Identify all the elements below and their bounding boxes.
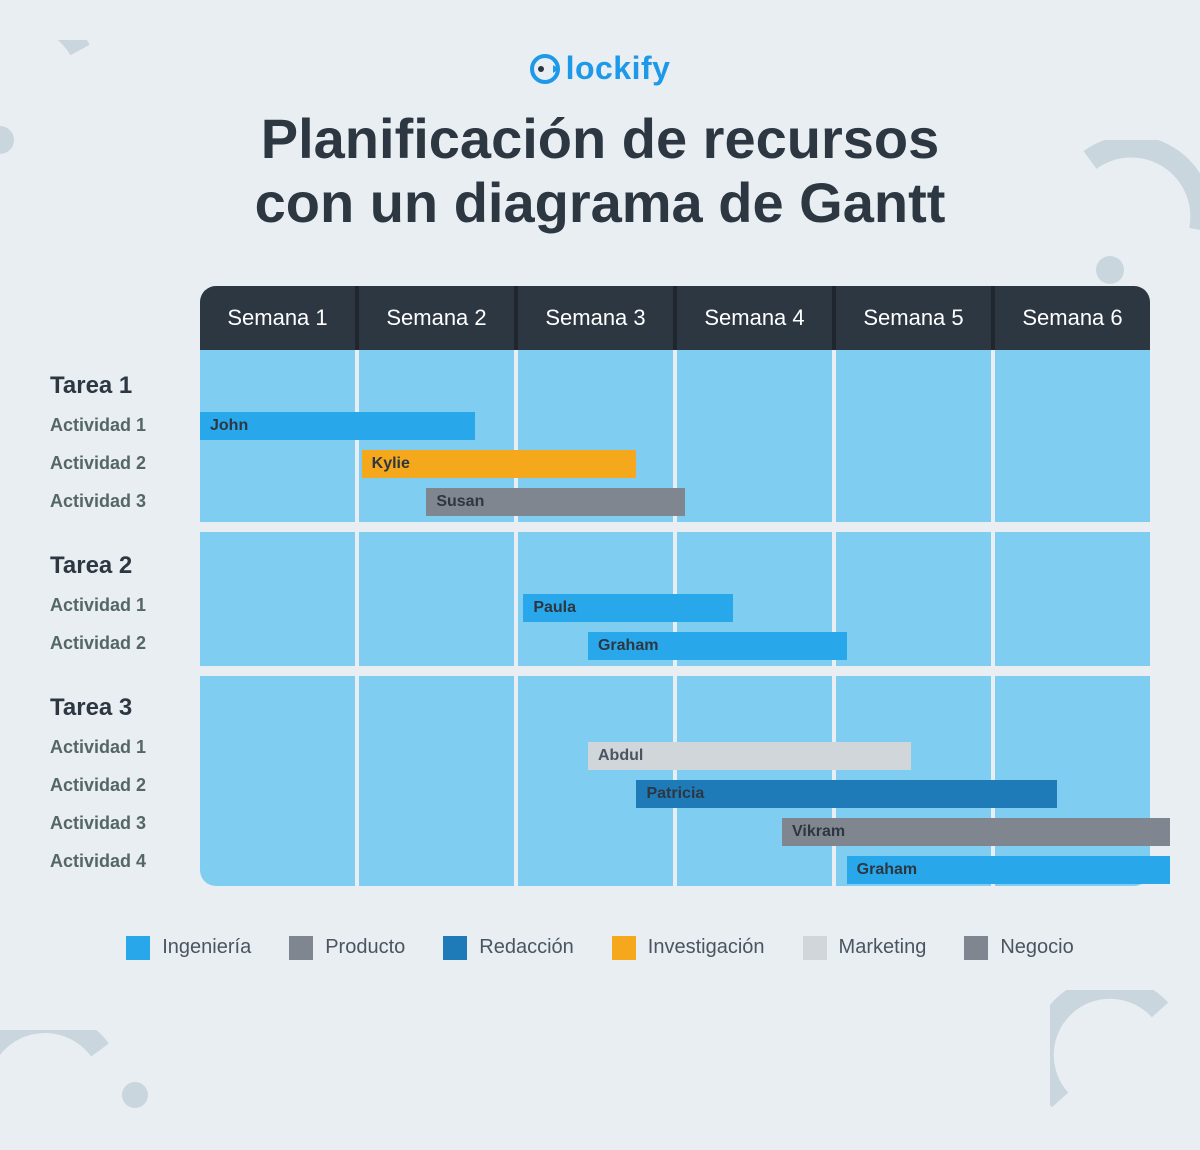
legend-swatch-icon [803, 936, 827, 960]
legend-item: Ingeniería [126, 936, 251, 960]
activity-label: Actividad 2 [50, 624, 200, 662]
activity-label: Actividad 2 [50, 766, 200, 804]
activity-label: Actividad 3 [50, 482, 200, 520]
gantt-diagram: Tarea 1Actividad 1Actividad 2Actividad 3… [50, 286, 1150, 886]
legend: Ingeniería Producto Redacción Investigación… [50, 936, 1150, 960]
page-title: Planificación de recursos con un diagram… [50, 107, 1150, 236]
activity-label: Actividad 4 [50, 842, 200, 880]
activity-label: Actividad 1 [50, 406, 200, 444]
week-header: Semana 2 [355, 286, 514, 350]
legend-item: Investigación [612, 936, 765, 960]
brand-name: lockify [566, 50, 671, 87]
week-header: Semana 3 [514, 286, 673, 350]
legend-item: Producto [289, 936, 405, 960]
activity-label: Actividad 1 [50, 728, 200, 766]
activity-label: Actividad 2 [50, 444, 200, 482]
activity-label: Actividad 1 [50, 586, 200, 624]
brand-logo: lockify [50, 50, 1150, 87]
deco-arc-icon [1050, 990, 1190, 1130]
legend-label: Producto [325, 936, 405, 959]
legend-swatch-icon [443, 936, 467, 960]
week-header: Semana 1 [200, 286, 355, 350]
legend-label: Investigación [648, 936, 765, 959]
week-header: Semana 5 [832, 286, 991, 350]
legend-item: Marketing [803, 936, 927, 960]
legend-label: Marketing [839, 936, 927, 959]
legend-item: Negocio [964, 936, 1073, 960]
week-header: Semana 4 [673, 286, 832, 350]
task-label: Tarea 3 [50, 672, 200, 728]
legend-swatch-icon [126, 936, 150, 960]
title-line-2: con un diagrama de Gantt [255, 171, 946, 234]
legend-label: Ingeniería [162, 936, 251, 959]
title-line-1: Planificación de recursos [261, 107, 939, 170]
legend-item: Redacción [443, 936, 574, 960]
task-label: Tarea 2 [50, 530, 200, 586]
task-label: Tarea 1 [50, 350, 200, 406]
deco-dot-icon [110, 1070, 160, 1120]
week-header: Semana 6 [991, 286, 1150, 350]
legend-label: Negocio [1000, 936, 1073, 959]
legend-swatch-icon [964, 936, 988, 960]
clock-icon [530, 54, 560, 84]
legend-label: Redacción [479, 936, 574, 959]
deco-dot-icon [0, 110, 30, 170]
activity-label: Actividad 3 [50, 804, 200, 842]
deco-arc-icon [0, 1030, 120, 1150]
legend-swatch-icon [612, 936, 636, 960]
legend-swatch-icon [289, 936, 313, 960]
